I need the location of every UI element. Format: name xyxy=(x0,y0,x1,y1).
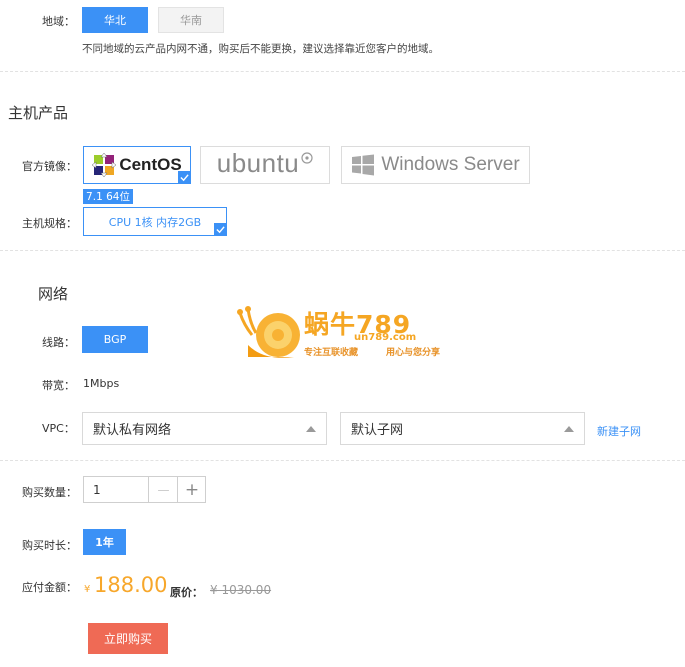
spec-option[interactable]: CPU 1核 内存2GB xyxy=(83,207,227,236)
watermark-slogan-right: 用心与您分享 xyxy=(386,348,441,358)
image-centos-card[interactable]: CentOS xyxy=(83,146,191,184)
subnet-select[interactable]: 默认子网 xyxy=(340,412,585,445)
ubuntu-name: ubuntu xyxy=(216,148,300,178)
vpc-select[interactable]: 默认私有网络 xyxy=(82,412,327,445)
amount-label: 应付金额： xyxy=(22,581,77,594)
duration-label: 购买时长： xyxy=(22,539,77,552)
vpc-dropdown-arrow-icon xyxy=(306,426,316,432)
image-label: 官方镜像： xyxy=(22,160,77,173)
region-label: 地域： xyxy=(42,15,75,28)
spec-value: CPU 1核 内存2GB xyxy=(108,215,202,229)
watermark-slogan-left: 专注互联收藏 xyxy=(304,348,359,358)
region-north-button[interactable]: 华北 xyxy=(82,7,148,33)
quantity-increase-button[interactable]: + xyxy=(177,477,206,502)
subnet-select-value: 默认子网 xyxy=(351,423,404,438)
host-section-title: 主机产品 xyxy=(8,104,69,122)
original-price: ¥ 1030.00 xyxy=(210,583,272,597)
quantity-decrease-button[interactable]: — xyxy=(148,477,178,502)
line-bgp-button[interactable]: BGP xyxy=(82,326,148,353)
watermark-logo: 蜗牛789 un789.com 专注互联收藏 用心与您分享 xyxy=(234,305,464,363)
centos-name: CentOS xyxy=(119,155,182,174)
selected-check-icon xyxy=(178,171,191,184)
price-amount: 188.00 xyxy=(94,573,168,597)
quantity-stepper: 1 — + xyxy=(83,476,206,503)
spec-check-icon xyxy=(214,223,227,236)
centos-logo-icon xyxy=(92,153,117,177)
original-price-label: 原价： xyxy=(170,586,203,599)
image-ubuntu-card[interactable]: ubuntu xyxy=(200,146,330,184)
watermark-domain: un789.com xyxy=(354,332,417,343)
region-south-button[interactable]: 华南 xyxy=(158,7,224,33)
spec-label: 主机规格： xyxy=(22,217,77,230)
bandwidth-label: 带宽： xyxy=(42,379,75,392)
duration-1year-button[interactable]: 1年 xyxy=(83,529,126,555)
new-subnet-link[interactable]: 新建子网 xyxy=(597,423,641,439)
snail-icon xyxy=(237,306,300,358)
divider-1 xyxy=(0,71,685,72)
divider-3 xyxy=(0,460,685,461)
subnet-dropdown-arrow-icon xyxy=(564,426,574,432)
version-badge[interactable]: 7.1 64位 xyxy=(83,189,133,204)
network-section-title: 网络 xyxy=(38,285,69,303)
windows-name: Windows Server xyxy=(381,154,520,175)
quantity-label: 购买数量： xyxy=(22,486,77,499)
buy-now-button[interactable]: 立即购买 xyxy=(88,623,168,654)
bandwidth-value: 1Mbps xyxy=(83,377,120,390)
windows-logo-icon xyxy=(352,154,375,176)
vpc-label: VPC： xyxy=(42,422,75,435)
divider-2 xyxy=(0,250,685,251)
ubuntu-logo-icon xyxy=(301,152,313,164)
price-currency: ¥ xyxy=(84,584,91,595)
image-windows-card[interactable]: Windows Server xyxy=(341,146,530,184)
region-note: 不同地域的云产品内网不通，购买后不能更换，建议选择靠近您客户的地域。 xyxy=(82,43,439,55)
quantity-input[interactable]: 1 xyxy=(93,483,101,497)
line-label: 线路： xyxy=(42,336,75,349)
vpc-select-value: 默认私有网络 xyxy=(93,423,172,438)
